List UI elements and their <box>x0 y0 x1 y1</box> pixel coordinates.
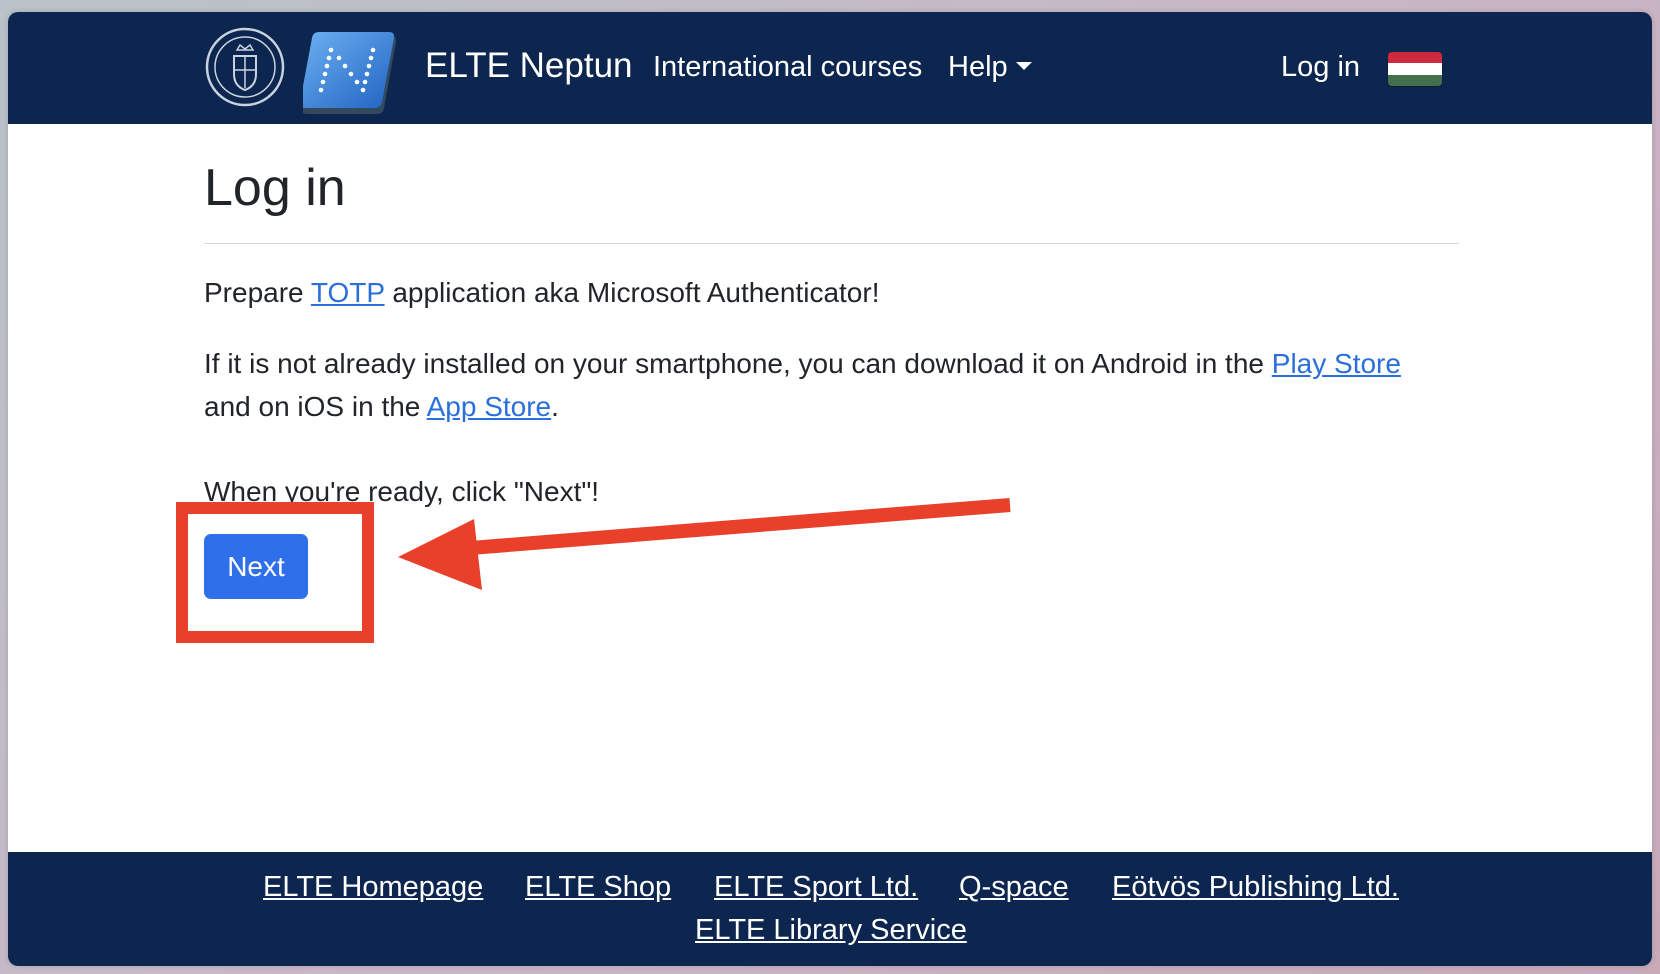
brand-title[interactable]: ELTE Neptun <box>425 42 633 90</box>
play-store-link[interactable]: Play Store <box>1272 348 1401 379</box>
footer-link-elte-homepage[interactable]: ELTE Homepage <box>263 867 483 907</box>
nav-help-label: Help <box>948 51 1008 83</box>
caret-down-icon <box>1015 62 1032 71</box>
top-navbar: ELTE Neptun International courses Help L… <box>8 12 1652 124</box>
neptun-logo-icon[interactable] <box>303 28 399 118</box>
instruction-paragraph-download: If it is not already installed on your s… <box>204 342 1401 385</box>
app-store-link[interactable]: App Store <box>427 391 552 422</box>
browser-window: ELTE Neptun International courses Help L… <box>8 12 1652 966</box>
p1-text-before: Prepare <box>204 277 311 308</box>
footer-link-elte-library[interactable]: ELTE Library Service <box>695 910 967 950</box>
footer-link-elte-shop[interactable]: ELTE Shop <box>525 867 671 907</box>
nav-login-link[interactable]: Log in <box>1281 47 1360 87</box>
elte-crest-logo[interactable] <box>204 26 286 108</box>
instruction-paragraph-download-line2: and on iOS in the App Store. <box>204 385 559 428</box>
nav-international-courses[interactable]: International courses <box>653 47 922 87</box>
annotation-arrow-icon <box>398 498 1011 590</box>
p2b-text-after: . <box>551 391 559 422</box>
hungarian-flag-language-icon[interactable] <box>1388 52 1442 86</box>
nav-help-dropdown[interactable]: Help <box>948 47 1032 87</box>
footer-link-elte-sport[interactable]: ELTE Sport Ltd. <box>714 867 918 907</box>
footer-link-q-space[interactable]: Q-space <box>959 867 1069 907</box>
totp-link[interactable]: TOTP <box>311 277 385 308</box>
footer: ELTE Homepage ELTE Shop ELTE Sport Ltd. … <box>8 852 1652 966</box>
p2-text-before: If it is not already installed on your s… <box>204 348 1272 379</box>
footer-link-eotvos-publishing[interactable]: Eötvös Publishing Ltd. <box>1112 867 1399 907</box>
p1-text-after: application aka Microsoft Authenticator! <box>384 277 880 308</box>
p2b-text-before: and on iOS in the <box>204 391 427 422</box>
page-title: Log in <box>204 159 346 217</box>
annotation-highlight-box <box>176 502 374 643</box>
divider <box>204 243 1459 244</box>
instruction-paragraph-totp: Prepare TOTP application aka Microsoft A… <box>204 271 879 314</box>
